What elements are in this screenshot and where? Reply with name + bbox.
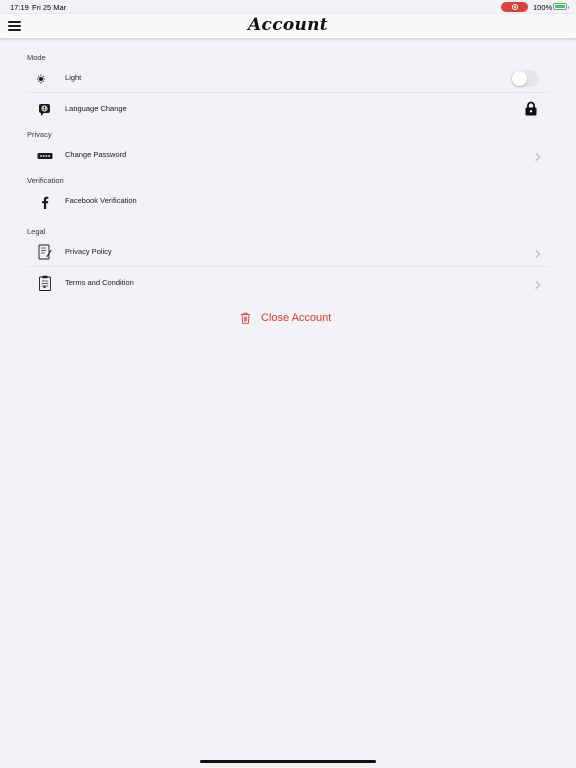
close-account-label: Close Account <box>261 312 332 324</box>
language-chat-icon <box>37 102 53 118</box>
chevron-right-icon <box>531 152 541 162</box>
change-password-label: Change Password <box>65 150 127 159</box>
section-header-verification: Verification <box>27 176 64 185</box>
status-time: 17:19 <box>10 3 29 12</box>
clipboard-icon <box>37 275 53 291</box>
language-change-row[interactable]: Language Change <box>27 96 549 124</box>
light-mode-row: Light <box>27 65 549 93</box>
screen-recording-indicator[interactable] <box>501 2 528 12</box>
privacy-policy-row[interactable]: Privacy Policy <box>27 239 549 267</box>
section-header-privacy: Privacy <box>27 130 52 139</box>
document-pen-icon <box>37 244 53 260</box>
navigation-bar: Account <box>0 14 576 38</box>
change-password-row[interactable]: Change Password <box>27 142 549 170</box>
section-header-mode: Mode <box>27 53 46 62</box>
chevron-right-icon <box>531 249 541 259</box>
lock-icon <box>525 101 537 116</box>
light-mode-toggle[interactable] <box>511 70 539 87</box>
battery-icon <box>553 3 569 10</box>
chevron-right-icon <box>531 280 541 290</box>
facebook-icon <box>37 194 53 210</box>
privacy-policy-label: Privacy Policy <box>65 247 112 256</box>
status-bar: 17:19 Fri 25 Mar 100% <box>0 0 576 14</box>
facebook-verification-label: Facebook Verification <box>65 196 137 205</box>
sun-moon-icon <box>37 71 53 87</box>
terms-and-condition-row[interactable]: Terms and Condition <box>27 270 549 298</box>
light-mode-label: Light <box>65 73 82 82</box>
close-account-button[interactable]: Close Account <box>240 310 331 326</box>
page-title: Account <box>248 15 328 35</box>
language-change-label: Language Change <box>65 104 127 113</box>
home-indicator <box>200 760 376 763</box>
trash-icon <box>241 312 250 324</box>
password-dots-icon <box>37 148 53 164</box>
status-date: Fri 25 Mar <box>32 3 67 12</box>
battery-percentage: 100% <box>533 3 553 12</box>
record-icon <box>511 4 518 10</box>
terms-and-condition-label: Terms and Condition <box>65 278 134 287</box>
facebook-verification-row[interactable]: Facebook Verification <box>27 188 549 216</box>
toggle-knob <box>512 71 527 86</box>
section-header-legal: Legal <box>27 227 46 236</box>
